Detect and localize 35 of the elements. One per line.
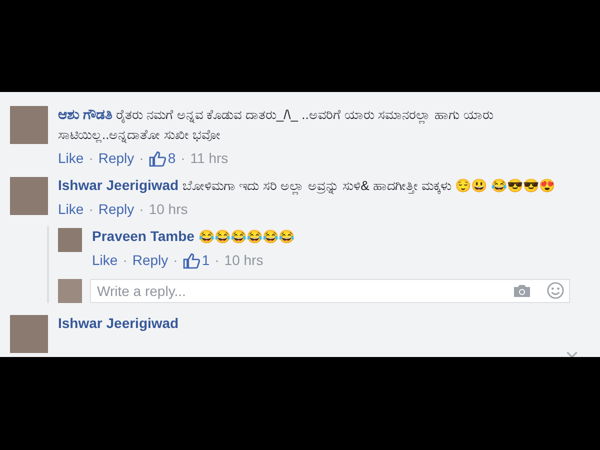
like-link[interactable]: Like — [58, 199, 84, 220]
author-link[interactable]: Praveen Tambe — [92, 228, 194, 244]
thumbs-up-icon — [182, 252, 200, 269]
separator-dot: · — [139, 200, 144, 219]
comment-text: Ishwar Jeerigiwad ಬೋಳಿಮಗಾ ಇದು ಸರಿ ಅಲ್ಲಾ ಅವ್ರನ್ನು ಸುಳಿ& ಹಾದಗೀತ್ತೀ ಮಕ್ಕಳು 😌😃 😂😎😎😍 — [58, 176, 556, 196]
separator-dot: · — [139, 149, 144, 168]
separator-dot: · — [173, 251, 178, 270]
separator-dot: · — [122, 251, 128, 270]
timestamp: 10 hrs — [224, 251, 264, 270]
like-count: 1 — [202, 251, 210, 270]
comment-text: ಆಶು ಗೌಡತಿ ರೈತರು ನಮಗೆ ಅನ್ನವ ಕೊಡುವ ದಾತರು_/\_ ..ಅವರಿಗೆ ಯಾರು ಸಮಾನರಲ್ಲಾ ಹಾಗು ಯಾರು ಸಾಟಿಯಿಲ್ಲ..ಅನ್ನದಾತೋ ಸುಖೀ ಭವೋ — [58, 105, 494, 145]
avatar-photo — [10, 177, 48, 215]
reply-field[interactable]: Write a reply... — [90, 279, 570, 303]
like-link[interactable]: Like — [92, 250, 118, 271]
separator-dot: · — [180, 149, 186, 168]
avatar-photo — [58, 279, 82, 303]
like-link[interactable]: Like — [58, 148, 84, 169]
separator-dot: · — [88, 149, 94, 168]
reply-link[interactable]: Reply — [98, 199, 134, 220]
timestamp: 11 hrs — [190, 149, 228, 168]
avatar-photo — [10, 315, 48, 353]
author-link[interactable]: ಆಶು ಗೌಡತಿ — [58, 106, 112, 122]
avatar-photo — [58, 228, 82, 252]
separator-dot: · — [214, 251, 220, 270]
smiley-icon[interactable] — [547, 282, 564, 299]
comment-text: Praveen Tambe 😂😂😂😂😂😂 — [92, 227, 296, 246]
reply-link[interactable]: Reply — [132, 250, 168, 271]
avatar-photo — [10, 106, 48, 144]
timestamp: 10 hrs — [148, 200, 188, 219]
reply-link[interactable]: Reply — [98, 148, 134, 169]
like-count: 8 — [168, 149, 176, 168]
thumbs-up-icon — [148, 150, 166, 167]
separator-dot: · — [88, 200, 94, 219]
author-link[interactable]: Ishwar Jeerigiwad — [58, 315, 179, 331]
author-link[interactable]: Ishwar Jeerigiwad — [58, 177, 179, 193]
